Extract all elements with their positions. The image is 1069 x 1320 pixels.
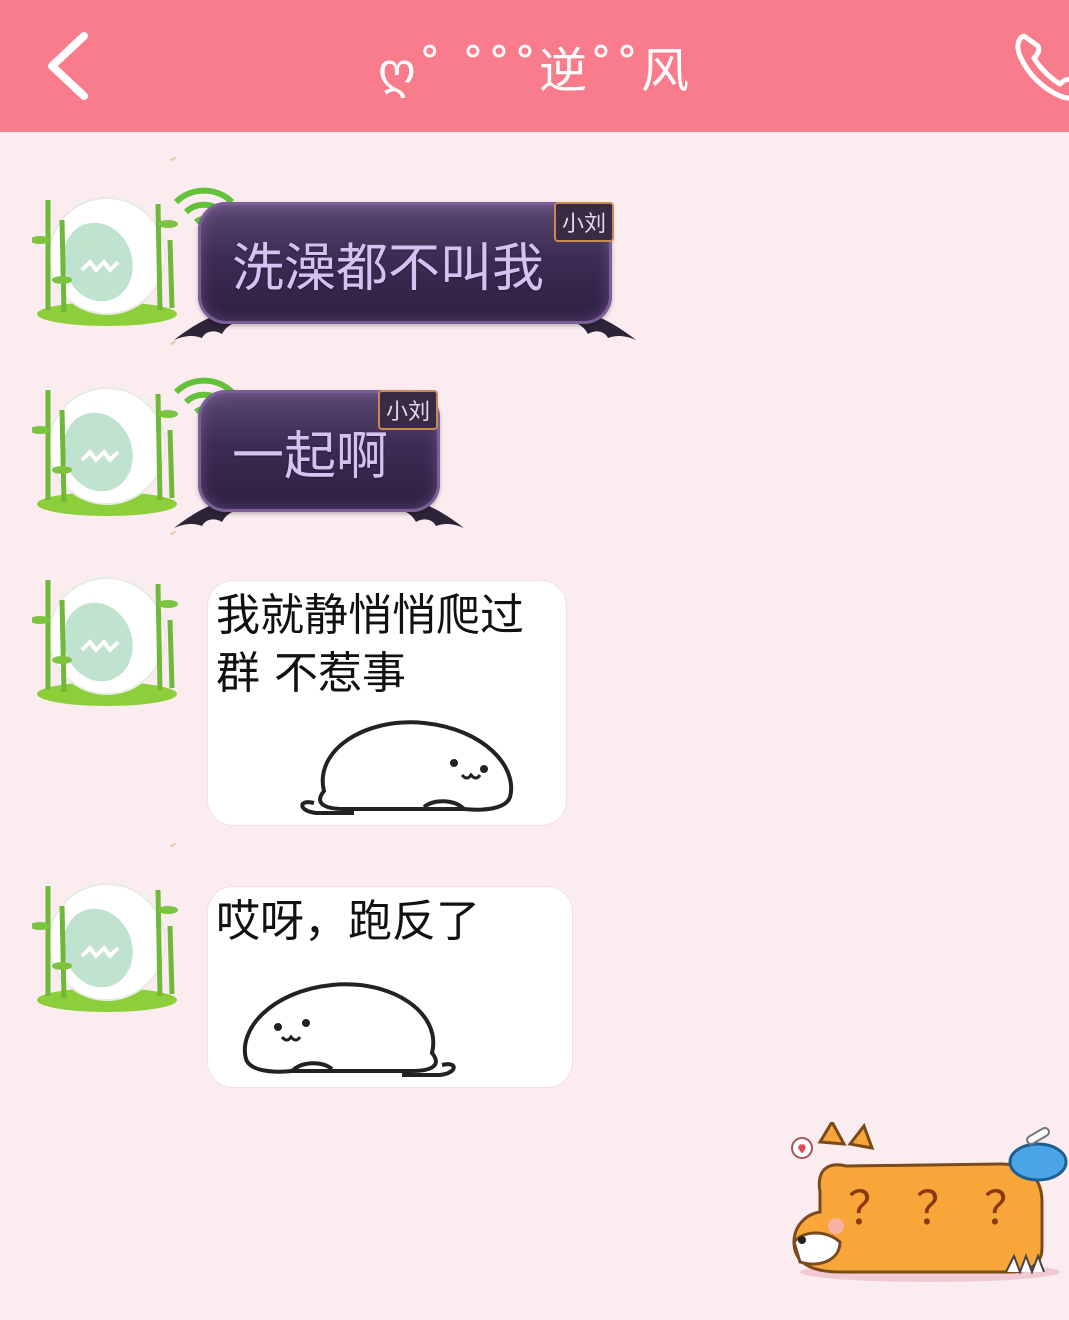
sticker-message[interactable]: 哎呀，跑反了 [207, 886, 573, 1088]
seal-sticker-icon [300, 720, 514, 815]
sparkle-decoration [169, 156, 177, 162]
sticker-caption: ？？？ [848, 1181, 1052, 1235]
sticker-caption: 哎呀，跑反了 [216, 896, 480, 947]
phone-icon [1015, 33, 1069, 101]
avatar[interactable] [30, 370, 182, 520]
chat-title: ღ˚ ˚˚˚逆˚˚风 [378, 43, 691, 99]
bamboo-seal-avatar-icon [30, 883, 178, 1012]
avatar[interactable] [30, 866, 182, 1016]
bamboo-seal-avatar-icon [30, 197, 178, 326]
name-tag: 小刘 [378, 390, 439, 430]
sticker-caption: 我就静悄悄爬过 群 不惹事 [216, 590, 524, 699]
name-tag: 小刘 [554, 202, 615, 242]
message-text: 洗澡都不叫我 [232, 238, 545, 299]
message-text: 一起啊 [232, 426, 389, 487]
bamboo-seal-avatar-icon [30, 577, 178, 706]
call-button[interactable] [1010, 28, 1069, 108]
sparkle-decoration [169, 842, 177, 848]
avatar[interactable] [30, 180, 182, 330]
sticker-message[interactable]: 我就静悄悄爬过 群 不惹事 [207, 580, 567, 826]
seal-sticker-icon [242, 982, 456, 1077]
bamboo-seal-avatar-icon [30, 387, 178, 516]
chat-area[interactable]: 洗澡都不叫我 小刘 一起啊 小刘 我就静悄悄爬过 群 不惹事 哎呀，跑反了 ？？… [0, 132, 1069, 1320]
avatar[interactable] [30, 560, 182, 710]
chat-header: ღ˚ ˚˚˚逆˚˚风 [0, 0, 1069, 132]
message-bubble[interactable]: 洗澡都不叫我 [198, 202, 612, 324]
